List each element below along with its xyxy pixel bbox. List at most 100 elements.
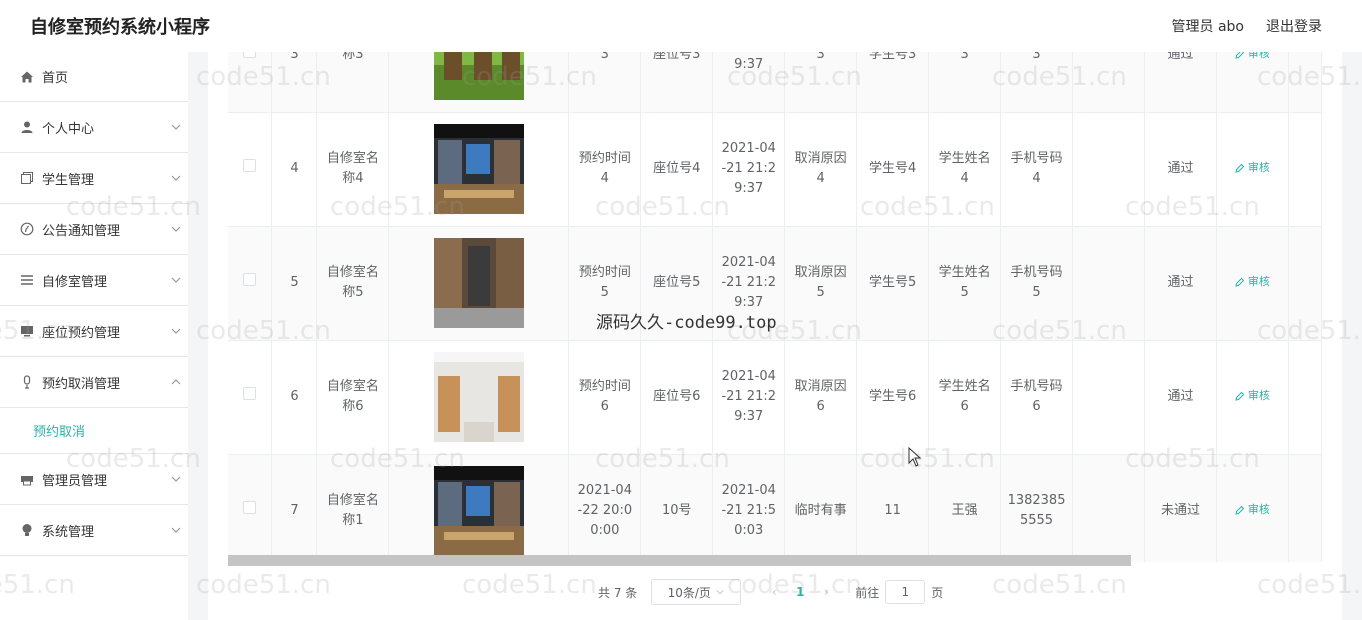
edit-icon bbox=[1235, 163, 1245, 173]
cell-cancel-reason: 取消原因4 bbox=[784, 112, 858, 227]
page-size-value: 10条/页 bbox=[667, 585, 711, 600]
mic-icon bbox=[20, 375, 34, 389]
cell-room-name: 自修室名称4 bbox=[316, 112, 390, 227]
edit-icon bbox=[1235, 52, 1245, 59]
row-checkbox[interactable] bbox=[243, 273, 257, 286]
sidebar: 首页 个人中心 学生管理 公告通知管理 自修室管理 座位预约管理 预约取消管理 … bbox=[0, 52, 188, 620]
room-image bbox=[433, 238, 524, 328]
cell-seat-number: 座位号5 bbox=[640, 226, 714, 341]
table-cell bbox=[388, 340, 570, 455]
sidebar-item-cancel-management[interactable]: 预约取消管理 bbox=[0, 357, 188, 408]
table-cell bbox=[388, 454, 570, 562]
table-cell bbox=[1288, 112, 1322, 227]
cell-seat-number: 10号 bbox=[640, 454, 714, 562]
cell-student-number: 学生号3 bbox=[856, 52, 930, 113]
cell-booking-time: 3 bbox=[568, 52, 642, 113]
table-cell bbox=[1288, 52, 1322, 113]
sidebar-item-label: 预约取消管理 bbox=[42, 376, 121, 392]
cell-cancel-date: 2021-04-21 21:29:37 bbox=[712, 226, 786, 341]
cell-student-name: 3 bbox=[928, 52, 1002, 113]
logout-link[interactable]: 退出登录 bbox=[1266, 16, 1322, 36]
cell-student-name: 学生姓名6 bbox=[928, 340, 1002, 455]
cell-phone: 手机号码6 bbox=[1000, 340, 1074, 455]
goto-label: 前往 bbox=[855, 585, 880, 600]
room-image bbox=[433, 466, 524, 556]
current-user: 管理员 abo bbox=[1171, 19, 1244, 35]
chevron-down-icon bbox=[171, 328, 181, 334]
room-image bbox=[433, 124, 524, 214]
cell-index: 6 bbox=[271, 340, 318, 455]
room-image bbox=[433, 352, 524, 442]
sidebar-item-system[interactable]: 系统管理 bbox=[0, 505, 188, 556]
horizontal-scrollbar[interactable] bbox=[228, 555, 1131, 566]
sidebar-item-label: 个人中心 bbox=[42, 121, 95, 137]
sidebar-subitem-cancel[interactable]: 预约取消 bbox=[0, 408, 188, 454]
cell-cancel-date: -21 21:2 9:37 bbox=[712, 52, 786, 113]
row-checkbox[interactable] bbox=[243, 52, 257, 58]
row-checkbox[interactable] bbox=[243, 159, 257, 172]
cell-booking-time: 预约时间4 bbox=[568, 112, 642, 227]
row-checkbox[interactable] bbox=[243, 501, 257, 514]
cell-cancel-reason: 临时有事 bbox=[784, 454, 858, 562]
review-button[interactable]: 审核 bbox=[1235, 52, 1270, 64]
user-icon bbox=[20, 120, 34, 134]
cell-student-number: 学生号4 bbox=[856, 112, 930, 227]
top-bar: 自修室预约系统小程序 管理员 abo 退出登录 bbox=[0, 0, 1362, 52]
review-button[interactable]: 审核 bbox=[1235, 500, 1270, 520]
main-content: 3称33座位号3-21 21:2 9:373学生号333通过审核4自修室名称4预… bbox=[208, 52, 1342, 620]
monitor-icon bbox=[20, 324, 34, 338]
page-size-select[interactable]: 10条/页 bbox=[651, 579, 742, 605]
row-checkbox[interactable] bbox=[243, 387, 257, 400]
review-label: 审核 bbox=[1247, 389, 1270, 402]
cell-seat-number: 座位号4 bbox=[640, 112, 714, 227]
cell-cancel-reason: 3 bbox=[784, 52, 858, 113]
sidebar-item-home[interactable]: 首页 bbox=[0, 52, 188, 102]
cell-student-name: 王强 bbox=[928, 454, 1002, 562]
table-cell: 审核 bbox=[1216, 112, 1289, 227]
prev-page-button[interactable]: ‹ bbox=[763, 585, 785, 599]
table-cell bbox=[228, 454, 273, 562]
table-cell: 审核 bbox=[1216, 454, 1289, 562]
cell-phone: 3 bbox=[1000, 52, 1074, 113]
table-row: 3称33座位号3-21 21:2 9:373学生号333通过审核 bbox=[228, 52, 1322, 113]
list-icon bbox=[20, 273, 34, 287]
edit-icon bbox=[1235, 391, 1245, 401]
sidebar-item-seat-booking[interactable]: 座位预约管理 bbox=[0, 306, 188, 357]
room-image bbox=[433, 52, 524, 100]
review-button[interactable]: 审核 bbox=[1235, 386, 1270, 406]
cell-review-status: 通过 bbox=[1144, 226, 1217, 341]
sidebar-item-notices[interactable]: 公告通知管理 bbox=[0, 204, 188, 255]
copy-icon bbox=[20, 171, 34, 185]
cell-cancel-reason: 取消原因5 bbox=[784, 226, 858, 341]
review-label: 审核 bbox=[1247, 52, 1270, 60]
cell-cancel-date: 2021-04-21 21:50:03 bbox=[712, 454, 786, 562]
table-row: 6 自修室名称6 预约时间6 座位号6 2021-04-21 21:29:37 取消原因6… bbox=[228, 340, 1322, 455]
cell-seat-number: 座位号6 bbox=[640, 340, 714, 455]
goto-page-input[interactable] bbox=[885, 580, 926, 604]
cell-room-name: 自修室名称6 bbox=[316, 340, 390, 455]
table-cell bbox=[1072, 226, 1145, 341]
app-title: 自修室预约系统小程序 bbox=[30, 17, 210, 38]
home-icon bbox=[20, 70, 34, 84]
chevron-down-icon bbox=[716, 589, 724, 595]
sidebar-item-admins[interactable]: 管理员管理 bbox=[0, 454, 188, 505]
table-cell bbox=[1072, 340, 1145, 455]
sidebar-item-label: 管理员管理 bbox=[42, 473, 108, 489]
cell-room-name: 自修室名称5 bbox=[316, 226, 390, 341]
mouse-cursor-icon bbox=[908, 447, 922, 467]
chevron-down-icon bbox=[171, 175, 181, 181]
sidebar-item-label: 首页 bbox=[42, 71, 69, 86]
sidebar-item-rooms[interactable]: 自修室管理 bbox=[0, 255, 188, 306]
table-cell bbox=[228, 112, 273, 227]
table-cell bbox=[388, 112, 570, 227]
cell-review-status: 通过 bbox=[1144, 52, 1217, 113]
review-button[interactable]: 审核 bbox=[1235, 158, 1270, 178]
page-number-current[interactable]: 1 bbox=[785, 585, 815, 599]
review-button[interactable]: 审核 bbox=[1235, 272, 1270, 292]
table-cell bbox=[1288, 226, 1322, 341]
next-page-button[interactable]: › bbox=[815, 585, 837, 599]
printer-icon bbox=[20, 472, 34, 486]
sidebar-item-students[interactable]: 学生管理 bbox=[0, 153, 188, 204]
table-cell bbox=[1072, 52, 1145, 113]
sidebar-item-profile[interactable]: 个人中心 bbox=[0, 102, 188, 153]
